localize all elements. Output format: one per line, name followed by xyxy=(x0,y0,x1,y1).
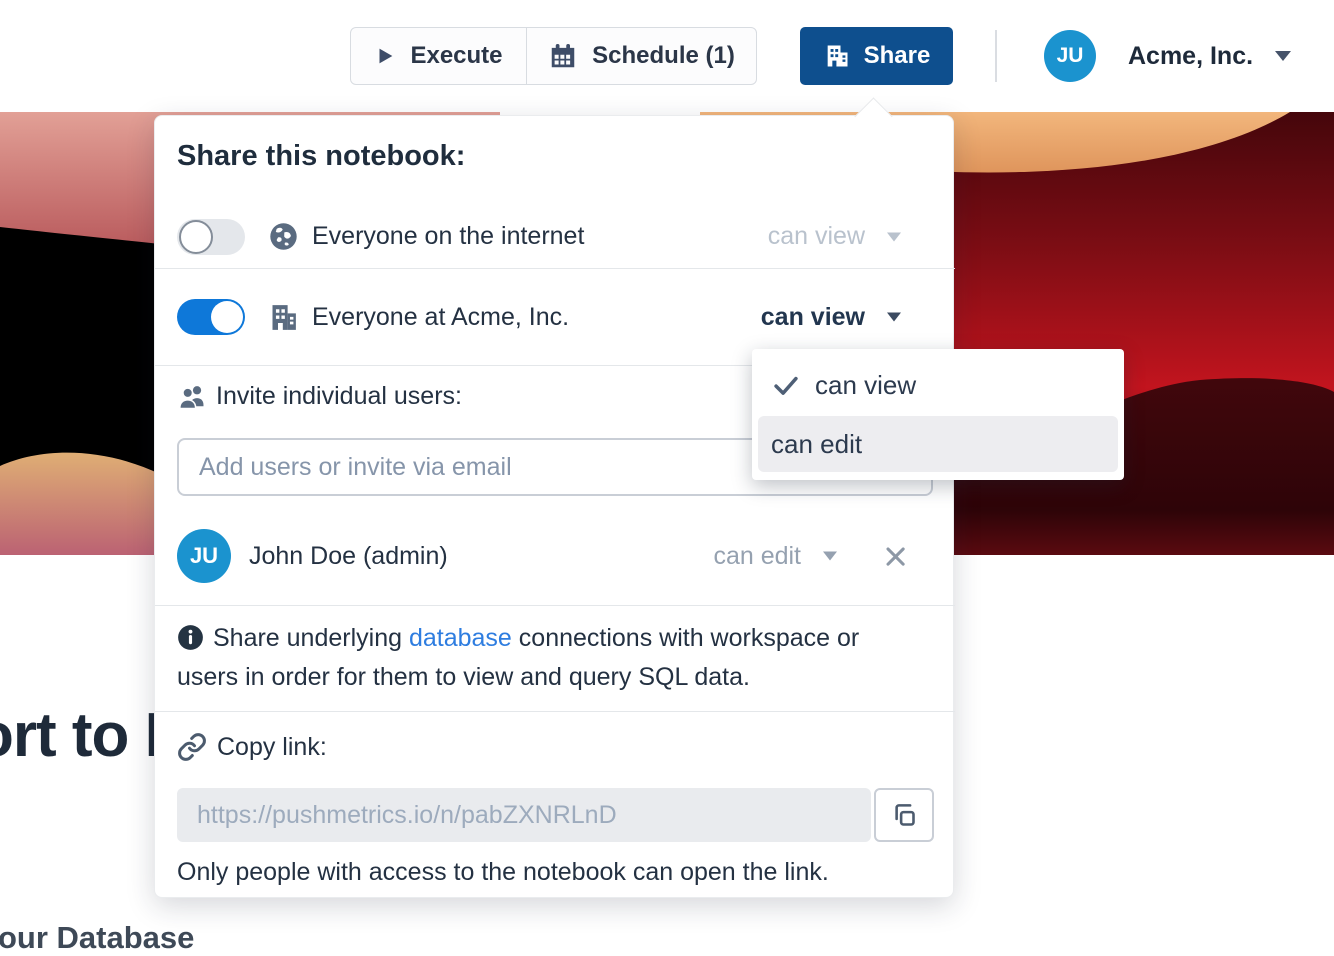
schedule-button[interactable]: Schedule (1) xyxy=(526,27,757,85)
menu-item-can-view[interactable]: can view xyxy=(752,354,1124,416)
calendar-icon xyxy=(548,41,578,71)
execute-button[interactable]: Execute xyxy=(350,27,527,85)
copy-link-row: Copy link: xyxy=(177,728,327,766)
share-info-text: Share underlying database connections wi… xyxy=(177,619,899,697)
popover-pointer xyxy=(854,97,892,135)
share-link-url[interactable]: https://pushmetrics.io/n/pabZXNRLnD xyxy=(177,788,871,842)
workspace-name: Acme, Inc. xyxy=(1128,42,1253,71)
play-icon xyxy=(374,45,396,67)
permission-menu: can view can edit xyxy=(752,349,1124,480)
permission-value[interactable]: can view xyxy=(768,222,865,251)
copy-link-button[interactable] xyxy=(874,788,934,842)
info-icon xyxy=(177,624,204,651)
company-icon xyxy=(267,301,300,334)
share-popover: Share this notebook: Everyone on the int… xyxy=(154,115,954,898)
share-link-row: https://pushmetrics.io/n/pabZXNRLnD xyxy=(177,788,934,842)
chevron-down-icon xyxy=(1273,49,1293,63)
share-button-label: Share xyxy=(864,42,931,70)
notebook-subheading-clipped: our Database xyxy=(0,920,194,956)
share-button[interactable]: Share xyxy=(800,27,953,85)
chevron-down-icon[interactable] xyxy=(821,550,839,562)
copy-icon xyxy=(891,802,918,829)
share-row-label: Everyone at Acme, Inc. xyxy=(312,303,569,332)
check-icon xyxy=(772,371,800,399)
menu-item-can-edit[interactable]: can edit xyxy=(758,416,1118,472)
globe-icon xyxy=(267,220,300,253)
share-row-internet: Everyone on the internet can view xyxy=(177,204,903,269)
chevron-down-icon[interactable] xyxy=(885,311,903,323)
chevron-down-icon[interactable] xyxy=(885,231,903,243)
toolbar-button-group: Execute Schedule (1) xyxy=(350,27,757,85)
workspace-switcher[interactable]: Acme, Inc. xyxy=(1128,27,1293,85)
schedule-button-label: Schedule (1) xyxy=(592,42,735,70)
info-text-before: Share underlying xyxy=(213,624,409,652)
execute-button-label: Execute xyxy=(410,42,502,70)
toggle-knob xyxy=(179,220,213,254)
app-root: ort to E our Database Execute Schedule (… xyxy=(0,0,1334,956)
header-divider xyxy=(995,30,997,82)
company-icon xyxy=(823,42,851,70)
toggle-knob xyxy=(211,301,243,333)
section-divider xyxy=(155,711,955,712)
link-icon xyxy=(177,732,207,762)
internet-toggle[interactable] xyxy=(177,219,245,255)
workspace-toggle[interactable] xyxy=(177,299,245,335)
close-icon[interactable] xyxy=(881,542,909,570)
invite-users-row: Invite individual users: xyxy=(177,375,462,417)
section-divider xyxy=(155,605,955,606)
share-link-note: Only people with access to the notebook … xyxy=(177,858,829,887)
user-avatar[interactable]: JU xyxy=(1044,30,1096,82)
member-name: John Doe (admin) xyxy=(249,542,448,571)
menu-item-label: can view xyxy=(815,370,916,401)
permission-value[interactable]: can view xyxy=(761,303,865,332)
member-row: JU John Doe (admin) can edit xyxy=(177,521,909,591)
share-popover-title: Share this notebook: xyxy=(177,140,465,173)
database-link[interactable]: database xyxy=(409,624,512,652)
copy-link-label: Copy link: xyxy=(217,733,327,762)
member-avatar: JU xyxy=(177,529,231,583)
users-icon xyxy=(177,381,208,412)
share-row-label: Everyone on the internet xyxy=(312,222,584,251)
invite-users-label: Invite individual users: xyxy=(216,382,462,411)
permission-value[interactable]: can edit xyxy=(713,542,801,571)
menu-item-label: can edit xyxy=(771,429,862,460)
